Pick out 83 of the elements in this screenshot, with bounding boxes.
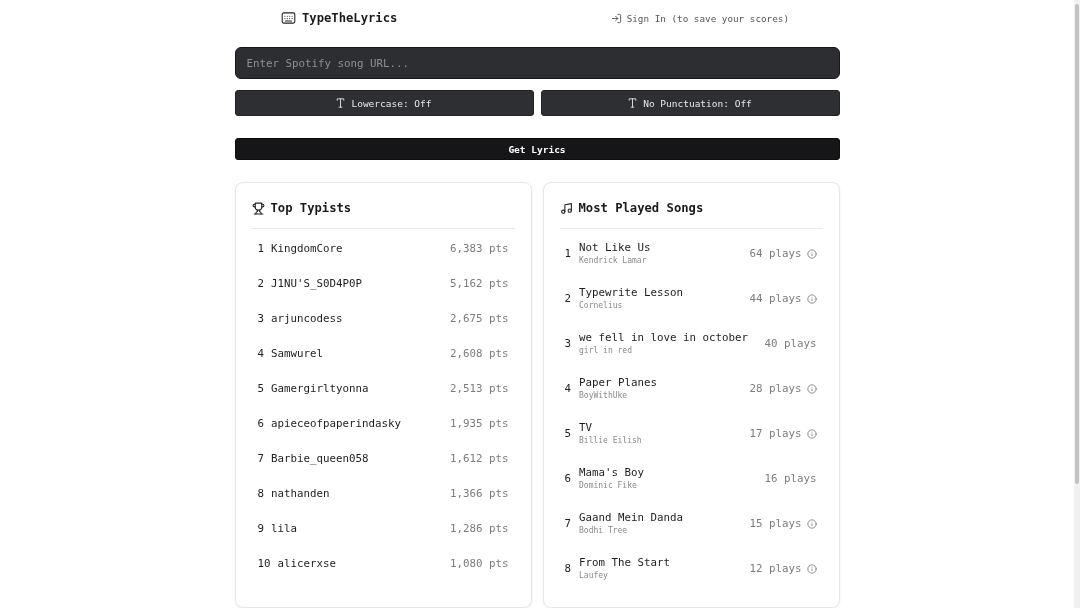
typist-points: 2,513 pts: [450, 382, 509, 395]
scrollbar-thumb[interactable]: [1075, 4, 1079, 484]
rank-number: 5: [564, 427, 571, 440]
play-count: 28 plays: [749, 382, 802, 395]
rank-number: 6: [257, 417, 264, 430]
rank-number: 4: [257, 347, 264, 360]
sign-in-icon: [610, 12, 622, 24]
song-artist: Cornelius: [579, 299, 623, 312]
typist-name: alicerxse: [277, 557, 338, 570]
toggle-button[interactable]: No Punctuation: Off: [540, 90, 840, 117]
typist-points: 1,286 pts: [450, 522, 509, 535]
rank-number: 1: [564, 247, 571, 260]
song-artist: BoyWithUke: [579, 389, 628, 402]
app-logo[interactable]: TypeTheLyrics: [302, 11, 398, 26]
rank-number: 7: [564, 517, 571, 530]
typist-points: 5,162 pts: [450, 277, 509, 290]
rank-number: 10: [257, 557, 271, 570]
song-title: we fell in love in october: [579, 330, 749, 345]
rank-number: 7: [257, 452, 264, 465]
card-title: Top Typists: [270, 201, 352, 215]
typist-name: J1NU'S_S0D4P0P: [271, 277, 364, 290]
song-title: TV: [579, 420, 593, 435]
toggle-button[interactable]: Lowercase: Off: [234, 90, 534, 117]
info-icon[interactable]: [806, 518, 817, 529]
rank-number: 2: [564, 292, 571, 305]
song-title: Mama's Boy: [579, 465, 645, 480]
get-lyrics-button[interactable]: Get Lyrics: [234, 138, 840, 160]
typist-name: nathanden: [271, 487, 331, 500]
info-icon[interactable]: [806, 428, 817, 439]
typist-name: Samwurel: [271, 347, 325, 360]
rank-number: 8: [564, 562, 571, 575]
typist-name: arjuncodess: [271, 312, 344, 325]
play-count: 16 plays: [764, 472, 817, 485]
typist-points: 1,612 pts: [450, 452, 509, 465]
play-count: 44 plays: [749, 292, 802, 305]
text-type-icon: [628, 98, 638, 109]
typist-points: 2,608 pts: [450, 347, 509, 360]
typist-name: Gamergirltyonna: [271, 382, 370, 395]
song-artist: Billie Eilish: [579, 434, 642, 447]
info-icon[interactable]: [806, 293, 817, 304]
song-title: Gaand Mein Danda: [579, 510, 684, 525]
song-title: Paper Planes: [579, 375, 658, 390]
trophy-icon: [251, 201, 265, 215]
text-type-icon: [336, 98, 346, 109]
typist-points: 6,383 pts: [450, 242, 509, 255]
rank-number: 2: [257, 277, 264, 290]
typist-name: KingdomCore: [271, 242, 344, 255]
rank-number: 9: [257, 522, 264, 535]
typist-name: Barbie_queen058: [271, 452, 370, 465]
typist-points: 1,080 pts: [450, 557, 509, 570]
typist-points: 2,675 pts: [450, 312, 509, 325]
rank-number: 8: [257, 487, 264, 500]
song-title: Typewrite Lesson: [579, 285, 684, 300]
song-artist: Bodhi Tree: [579, 524, 628, 537]
rank-number: 3: [257, 312, 264, 325]
song-title: From The Start: [579, 555, 671, 570]
typist-name: lila: [271, 522, 299, 535]
info-icon[interactable]: [806, 563, 817, 574]
typist-points: 1,366 pts: [450, 487, 509, 500]
play-count: 15 plays: [749, 517, 802, 530]
song-title: Not Like Us: [579, 240, 651, 255]
url-input-field[interactable]: Enter Spotify song URL...: [234, 47, 840, 80]
song-artist: Dominic Fike: [579, 479, 637, 492]
card-title: Most Played Songs: [578, 201, 704, 215]
rank-number: 3: [564, 337, 571, 350]
typist-name: apieceofpaperindasky: [271, 417, 403, 430]
play-count: 40 plays: [764, 337, 817, 350]
sign-in-link[interactable]: Sign In (to save your scores): [610, 12, 789, 24]
info-icon[interactable]: [806, 248, 817, 259]
rank-number: 5: [257, 382, 264, 395]
song-artist: Laufey: [579, 569, 608, 582]
song-artist: Kendrick Lamar: [579, 254, 647, 267]
play-count: 64 plays: [749, 247, 802, 260]
song-artist: girl in red: [579, 344, 632, 357]
typist-points: 1,935 pts: [450, 417, 509, 430]
keyboard-icon: [281, 12, 296, 25]
rank-number: 1: [257, 242, 264, 255]
rank-number: 6: [564, 472, 571, 485]
music-notes-icon: [559, 201, 573, 215]
rank-number: 4: [564, 382, 571, 395]
info-icon[interactable]: [806, 383, 817, 394]
play-count: 17 plays: [749, 427, 802, 440]
play-count: 12 plays: [749, 562, 802, 575]
